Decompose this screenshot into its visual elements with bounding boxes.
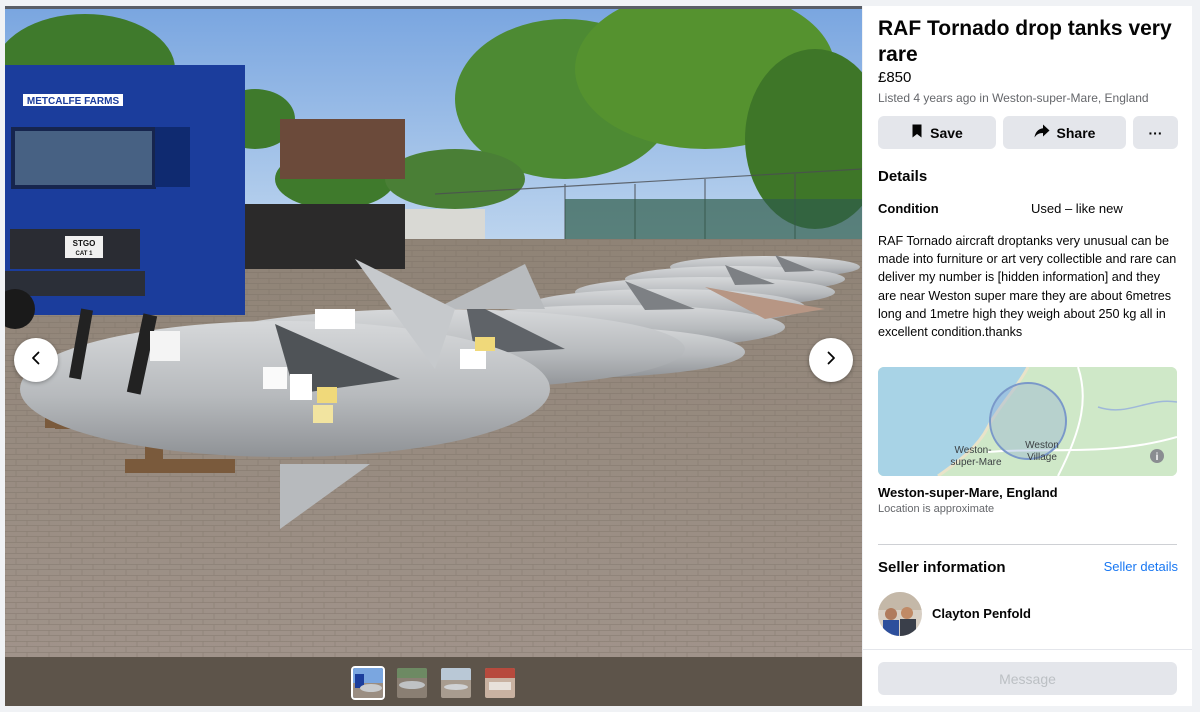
map-label-weston-1: Weston- [954, 445, 991, 456]
condition-value: Used – like new [1031, 201, 1123, 216]
map-label-village-1: Weston [1025, 440, 1059, 451]
svg-text:i: i [1156, 452, 1159, 463]
action-bar: Save Share ··· [878, 116, 1178, 149]
location-note: Location is approximate [878, 503, 995, 515]
footer-divider [863, 649, 1192, 650]
seller-details-link[interactable]: Seller details [1104, 559, 1178, 574]
location-name: Weston-super-Mare, England [878, 485, 1058, 500]
seller-name[interactable]: Clayton Penfold [932, 606, 1031, 621]
marketplace-listing-view: METCALFE FARMS STGO CAT 1 RAF Tornado dr… [0, 0, 1200, 712]
share-button[interactable]: Share [1003, 116, 1126, 149]
location-map[interactable]: Weston- super-Mare Weston Village i [878, 367, 1177, 476]
listing-date-location: Listed 4 years ago in Weston-super-Mare,… [878, 91, 1149, 105]
previous-image-button[interactable] [14, 338, 58, 382]
save-label: Save [930, 124, 963, 141]
share-arrow-icon [1034, 124, 1050, 141]
thumbnail[interactable] [483, 666, 517, 700]
seller-heading: Seller information [878, 559, 1006, 576]
truck-plate-line-2: CAT 1 [76, 251, 94, 257]
map-label-village-2: Village [1027, 452, 1057, 463]
thumbnail[interactable] [439, 666, 473, 700]
listing-price: £850 [878, 69, 912, 86]
share-label: Share [1056, 124, 1096, 141]
image-viewer: METCALFE FARMS STGO CAT 1 [5, 6, 862, 706]
listing-details-panel: RAF Tornado drop tanks very rare £850 Li… [863, 6, 1192, 706]
thumbnail[interactable] [350, 666, 385, 700]
section-divider [878, 544, 1177, 545]
condition-label: Condition [878, 201, 939, 216]
chevron-right-icon [823, 350, 839, 371]
bookmark-icon [911, 124, 923, 141]
more-dots-icon: ··· [1148, 124, 1163, 141]
save-button[interactable]: Save [878, 116, 996, 149]
thumbnail[interactable] [395, 666, 429, 700]
details-heading: Details [878, 168, 928, 185]
next-image-button[interactable] [809, 338, 853, 382]
thumbnail-strip [5, 657, 862, 706]
truck-sign-text: METCALFE FARMS [27, 96, 120, 107]
truck-plate-line-1: STGO [73, 239, 96, 248]
chevron-left-icon [28, 350, 44, 371]
listing-photo[interactable]: METCALFE FARMS STGO CAT 1 [5, 9, 862, 657]
more-options-button[interactable]: ··· [1133, 116, 1178, 149]
message-button[interactable]: Message [878, 662, 1177, 695]
listing-title: RAF Tornado drop tanks very rare [878, 17, 1172, 66]
map-label-weston-2: super-Mare [950, 457, 1002, 468]
seller-avatar[interactable] [878, 592, 922, 636]
listing-description: RAF Tornado aircraft droptanks very unus… [878, 234, 1177, 340]
